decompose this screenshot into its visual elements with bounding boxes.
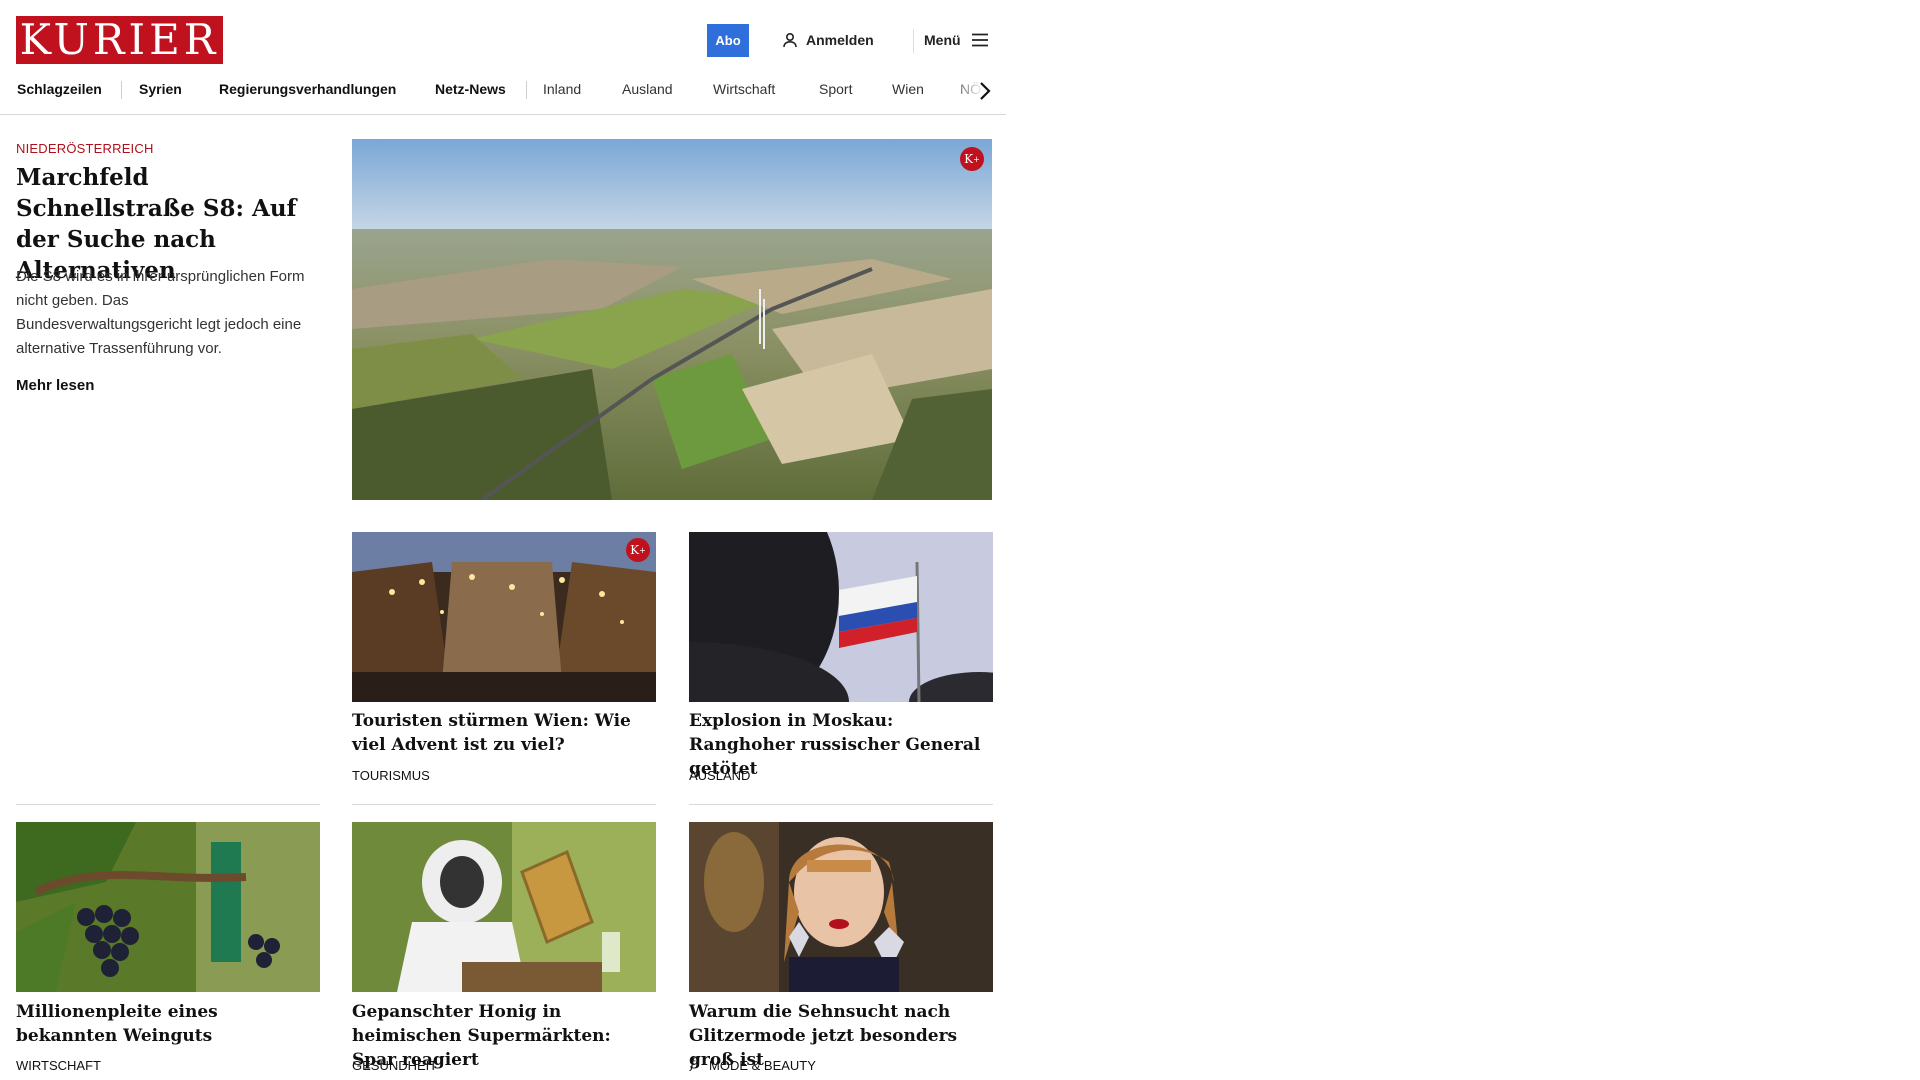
kplus-badge-icon: K + [960, 147, 984, 171]
nav-item-ausland[interactable]: Ausland [622, 81, 673, 97]
user-icon [783, 32, 797, 48]
card-image-tourismus[interactable]: K + [352, 532, 656, 702]
hero-teaser: Die S8 wird es in ihrer ursprünglichen F… [16, 268, 305, 357]
abo-button[interactable]: Abo [707, 24, 749, 57]
row-divider [352, 804, 656, 805]
menu-button[interactable]: Menü [924, 28, 989, 52]
nav-item-regierungsverhandlungen[interactable]: Regierungsverhandlungen [219, 81, 396, 97]
card-category-tourismus[interactable]: TOURISMUS [352, 768, 430, 783]
aerial-landscape-image [352, 139, 992, 500]
card-title-tourismus[interactable]: Touristen stürmen Wien: Wie viel Advent … [352, 709, 656, 757]
login-button[interactable]: Anmelden [782, 28, 874, 52]
glitter-fashion-image [689, 822, 993, 992]
nav-item-wien[interactable]: Wien [892, 81, 924, 97]
chevron-right-icon[interactable] [975, 80, 995, 102]
card-category-ausland[interactable]: AUSLAND [689, 768, 750, 783]
nav-item-schlagzeilen[interactable]: Schlagzeilen [17, 81, 102, 97]
grapes-image [16, 822, 320, 992]
freizeit-icon: f. [690, 1056, 700, 1072]
kplus-badge-icon: K + [626, 538, 650, 562]
kurier-logo[interactable]: KURIER [16, 16, 223, 64]
read-more-link[interactable]: Mehr lesen [16, 377, 94, 394]
row-divider [689, 804, 993, 805]
page: KURIER Abo Anmelden Menü Schlagzeilen Sy… [0, 0, 1006, 1080]
card-title-wirtschaft[interactable]: Millionenpleite eines bekannten Weinguts [16, 1000, 320, 1048]
advent-street-image [352, 532, 656, 702]
nav-item-inland[interactable]: Inland [543, 81, 581, 97]
header-divider [913, 29, 914, 53]
card-category-gesundheit[interactable]: GESUNDHEIT [352, 1058, 437, 1073]
nav-item-syrien[interactable]: Syrien [139, 81, 182, 97]
beekeeper-image [352, 822, 656, 992]
hero-image[interactable]: K + [352, 139, 992, 500]
card-image-ausland[interactable] [689, 532, 993, 702]
card-category-wirtschaft[interactable]: WIRTSCHAFT [16, 1058, 101, 1073]
nav-item-netz-news[interactable]: Netz-News [435, 81, 506, 97]
card-image-mode-beauty[interactable] [689, 822, 993, 992]
nav-separator [121, 81, 122, 99]
row-divider [16, 804, 320, 805]
card-category-mode-beauty[interactable]: MODE & BEAUTY [709, 1058, 816, 1073]
hamburger-icon [971, 33, 988, 47]
nav-separator [526, 81, 527, 99]
section-nav: Schlagzeilen Syrien Regierungsverhandlun… [0, 78, 1006, 115]
nav-item-wirtschaft[interactable]: Wirtschaft [713, 81, 775, 97]
card-image-gesundheit[interactable] [352, 822, 656, 992]
russian-flag-image [689, 532, 993, 702]
hero-kicker[interactable]: NIEDERÖSTERREICH [16, 141, 154, 156]
nav-item-sport[interactable]: Sport [819, 81, 852, 97]
menu-label: Menü [924, 32, 961, 48]
login-label: Anmelden [806, 32, 874, 48]
logo-text: KURIER [19, 15, 220, 64]
card-image-wirtschaft[interactable] [16, 822, 320, 992]
